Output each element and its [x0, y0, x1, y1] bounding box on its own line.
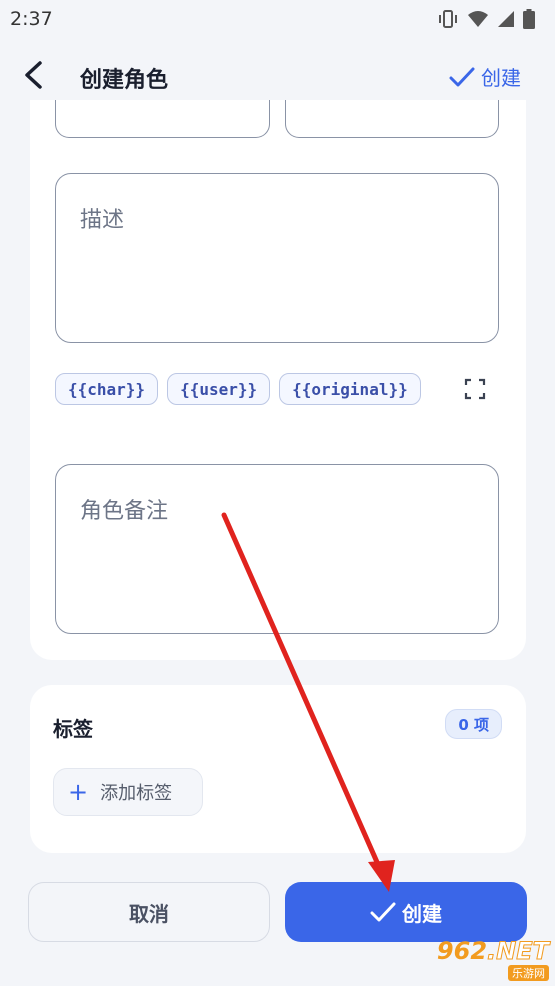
- status-time: 2:37: [10, 8, 53, 30]
- battery-icon: [523, 9, 535, 29]
- create-label: 创建: [402, 901, 442, 926]
- plus-icon: +: [68, 778, 89, 806]
- cancel-label: 取消: [129, 901, 169, 926]
- chip-original[interactable]: {{original}}: [279, 373, 421, 405]
- tags-title: 标签: [53, 717, 93, 741]
- vibrate-icon: [439, 10, 457, 28]
- create-button[interactable]: 创建: [285, 882, 527, 942]
- expand-icon[interactable]: [464, 378, 486, 400]
- status-bar: 2:37: [0, 0, 555, 38]
- appbar-create-label: 创建: [481, 66, 521, 90]
- check-icon: [449, 67, 475, 86]
- description-textarea[interactable]: 描述: [55, 173, 499, 343]
- chip-user[interactable]: {{user}}: [167, 373, 271, 405]
- variable-chips: {{char}} {{user}} {{original}}: [55, 373, 421, 405]
- back-button[interactable]: [16, 58, 50, 92]
- signal-icon: [498, 11, 514, 27]
- chip-char[interactable]: {{char}}: [55, 373, 159, 405]
- notes-placeholder: 角色备注: [80, 499, 169, 524]
- watermark-subtitle: 乐游网: [508, 965, 549, 981]
- watermark-logo: 962.NET 乐游网: [407, 938, 549, 982]
- wifi-icon: [468, 11, 488, 27]
- check-icon: [370, 902, 396, 922]
- add-tag-button[interactable]: + 添加标签: [53, 768, 203, 816]
- tags-card: 标签 0 项 + 添加标签: [30, 685, 526, 853]
- secondary-field-partial[interactable]: [285, 100, 499, 138]
- status-icons: [437, 9, 535, 29]
- appbar-create-button[interactable]: 创建: [449, 62, 521, 91]
- back-arrow-icon: [25, 61, 42, 89]
- tags-count-badge: 0 项: [445, 709, 502, 739]
- add-tag-label: 添加标签: [100, 783, 173, 804]
- watermark-brand: 962.NET: [436, 937, 550, 965]
- name-field-partial[interactable]: [55, 100, 270, 138]
- description-placeholder: 描述: [80, 208, 125, 233]
- page-title: 创建角色: [80, 68, 169, 93]
- notes-textarea[interactable]: 角色备注: [55, 464, 499, 634]
- cancel-button[interactable]: 取消: [28, 882, 270, 942]
